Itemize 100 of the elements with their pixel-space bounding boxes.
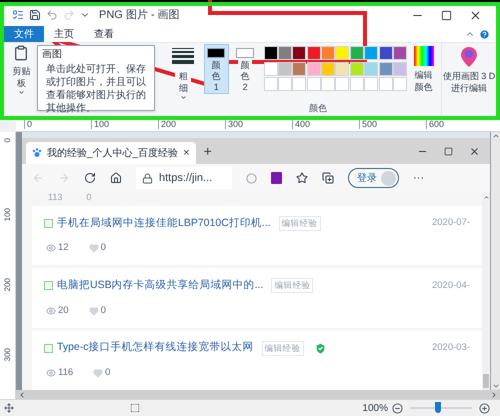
browser-maximize-icon[interactable]	[444, 146, 453, 156]
scroll-right-icon[interactable]	[490, 390, 498, 398]
ruler-label: 300	[225, 120, 292, 129]
palette-swatch[interactable]	[292, 46, 306, 60]
article-icon	[44, 218, 53, 228]
tooltip-title: 画图	[42, 50, 63, 60]
tab-title: 我的经验_个人中心_百度经验	[47, 146, 178, 160]
palette-swatch[interactable]	[378, 46, 392, 60]
ruler-corner	[0, 120, 16, 132]
view-count: 12	[58, 241, 69, 256]
maximize-icon[interactable]	[441, 10, 452, 20]
scroll-left-icon[interactable]	[18, 390, 26, 398]
view-count: 20	[58, 304, 69, 318]
view-count: 113	[48, 192, 62, 202]
palette-swatch[interactable]	[264, 46, 278, 60]
ruler-label: 600	[426, 120, 493, 129]
article-title[interactable]: 电脑把USB内存卡高级共享给局域网中的...	[57, 278, 264, 294]
scroll-down-icon[interactable]	[492, 382, 500, 390]
ruler-label: 300	[4, 348, 12, 362]
color-selector[interactable]: 颜色 1	[204, 44, 229, 94]
tab-close[interactable]: ×	[183, 144, 190, 162]
color-spectrum-icon[interactable]	[414, 46, 434, 66]
palette-swatch[interactable]	[392, 46, 407, 60]
view-icon	[46, 243, 56, 254]
article-icon	[44, 344, 53, 353]
article-date: 2020-04-	[432, 278, 470, 293]
article-icon	[44, 281, 53, 290]
palette-swatch[interactable]	[278, 62, 292, 76]
ruler-label: 200	[4, 278, 12, 292]
palette-swatch[interactable]	[278, 46, 292, 60]
article-date: 2020-03-	[432, 341, 470, 356]
clipboard-icon[interactable]	[13, 45, 30, 61]
favorites-icon[interactable]	[296, 172, 308, 184]
tooltip-text: 单击此处可打开、保存或打印图片，并且可以查看能够对图片执行的其他操作。	[45, 63, 147, 115]
selection-size-icon	[130, 403, 140, 413]
palette-swatch[interactable]	[306, 46, 321, 60]
palette-swatch[interactable]	[335, 46, 350, 60]
paint-3d-icon[interactable]	[460, 46, 478, 68]
line-size-icon[interactable]	[172, 48, 194, 64]
article-date: 2020-07-	[432, 216, 470, 230]
horizontal-scrollbar[interactable]	[16, 390, 500, 399]
palette-swatch[interactable]	[321, 46, 336, 60]
cursor-position-icon	[4, 403, 14, 413]
save-icon[interactable]	[29, 9, 41, 21]
size-label[interactable]: 粗细	[175, 70, 192, 94]
avatar	[381, 170, 396, 186]
scroll-up-icon[interactable]	[482, 194, 490, 201]
undo-icon[interactable]	[46, 9, 58, 21]
like-count: 0	[86, 192, 92, 202]
ruler-label: 100	[4, 208, 12, 222]
menu-tab[interactable]: 文件	[4, 26, 44, 42]
palette-swatch[interactable]	[335, 62, 350, 76]
ruler-label: 0	[4, 138, 12, 142]
close-icon[interactable]	[469, 8, 482, 22]
ruler-label: 200	[158, 120, 225, 129]
paint-app-icon	[12, 9, 24, 21]
palette-swatch[interactable]	[364, 46, 378, 60]
browser-close-icon[interactable]	[469, 146, 480, 156]
palette-swatch[interactable]	[292, 62, 306, 76]
refresh-icon[interactable]	[84, 172, 96, 184]
zoom-in-icon[interactable]	[479, 402, 490, 414]
palette-swatch[interactable]	[350, 46, 364, 60]
address-bar[interactable]: https://jin...	[136, 167, 232, 189]
scroll-up-icon[interactable]	[492, 132, 500, 140]
like-count: 0	[100, 304, 106, 318]
extension-icon[interactable]	[246, 172, 257, 184]
window-title: PNG 图片 - 画图	[99, 8, 180, 23]
zoom-slider[interactable]	[407, 402, 475, 414]
canvas-scrollbar[interactable]	[490, 132, 500, 390]
ruler-label: 400	[292, 120, 359, 129]
dropdown-caret-icon[interactable]	[18, 89, 25, 96]
edit-colors-label[interactable]: 编辑颜色	[414, 69, 434, 93]
zoom-thumb[interactable]	[434, 402, 441, 413]
view-count: 116	[58, 366, 74, 380]
new-tab-button[interactable]: +	[196, 140, 220, 162]
palette-swatch[interactable]	[364, 62, 378, 76]
dropdown-caret-icon[interactable]	[180, 94, 187, 101]
color-selector[interactable]: 颜色 2	[232, 44, 258, 94]
paint-3d-label[interactable]: 使用画图 3 D 进行编辑	[442, 70, 496, 94]
help-icon[interactable]	[479, 28, 490, 40]
home-icon[interactable]	[110, 172, 122, 184]
like-icon	[88, 306, 99, 316]
zoom-out-icon[interactable]	[392, 402, 403, 414]
article-title[interactable]: 手机在局域网中连接佳能LBP7010C打印机...	[57, 216, 271, 232]
paw-icon	[32, 148, 42, 158]
page-scrollbar[interactable]	[482, 192, 490, 390]
view-icon	[46, 368, 56, 378]
browser-tab[interactable]: 我的经验_个人中心_百度经验 ×	[26, 142, 196, 164]
more-button[interactable]: ···	[413, 170, 424, 186]
clipboard-label[interactable]: 剪贴板	[11, 65, 32, 89]
lock-icon	[142, 172, 153, 184]
article-title[interactable]: Type-c接口手机怎样有线连接宽带以太网	[57, 340, 254, 356]
collections-icon[interactable]	[322, 172, 334, 184]
ruler-label: 500	[359, 120, 426, 129]
login-button[interactable]: 登录	[348, 168, 399, 188]
scrollbar-thumb[interactable]	[483, 374, 489, 388]
view-icon	[46, 306, 56, 316]
palette-swatch[interactable]	[321, 62, 336, 76]
like-icon	[88, 243, 99, 254]
like-count: 0	[100, 241, 106, 256]
